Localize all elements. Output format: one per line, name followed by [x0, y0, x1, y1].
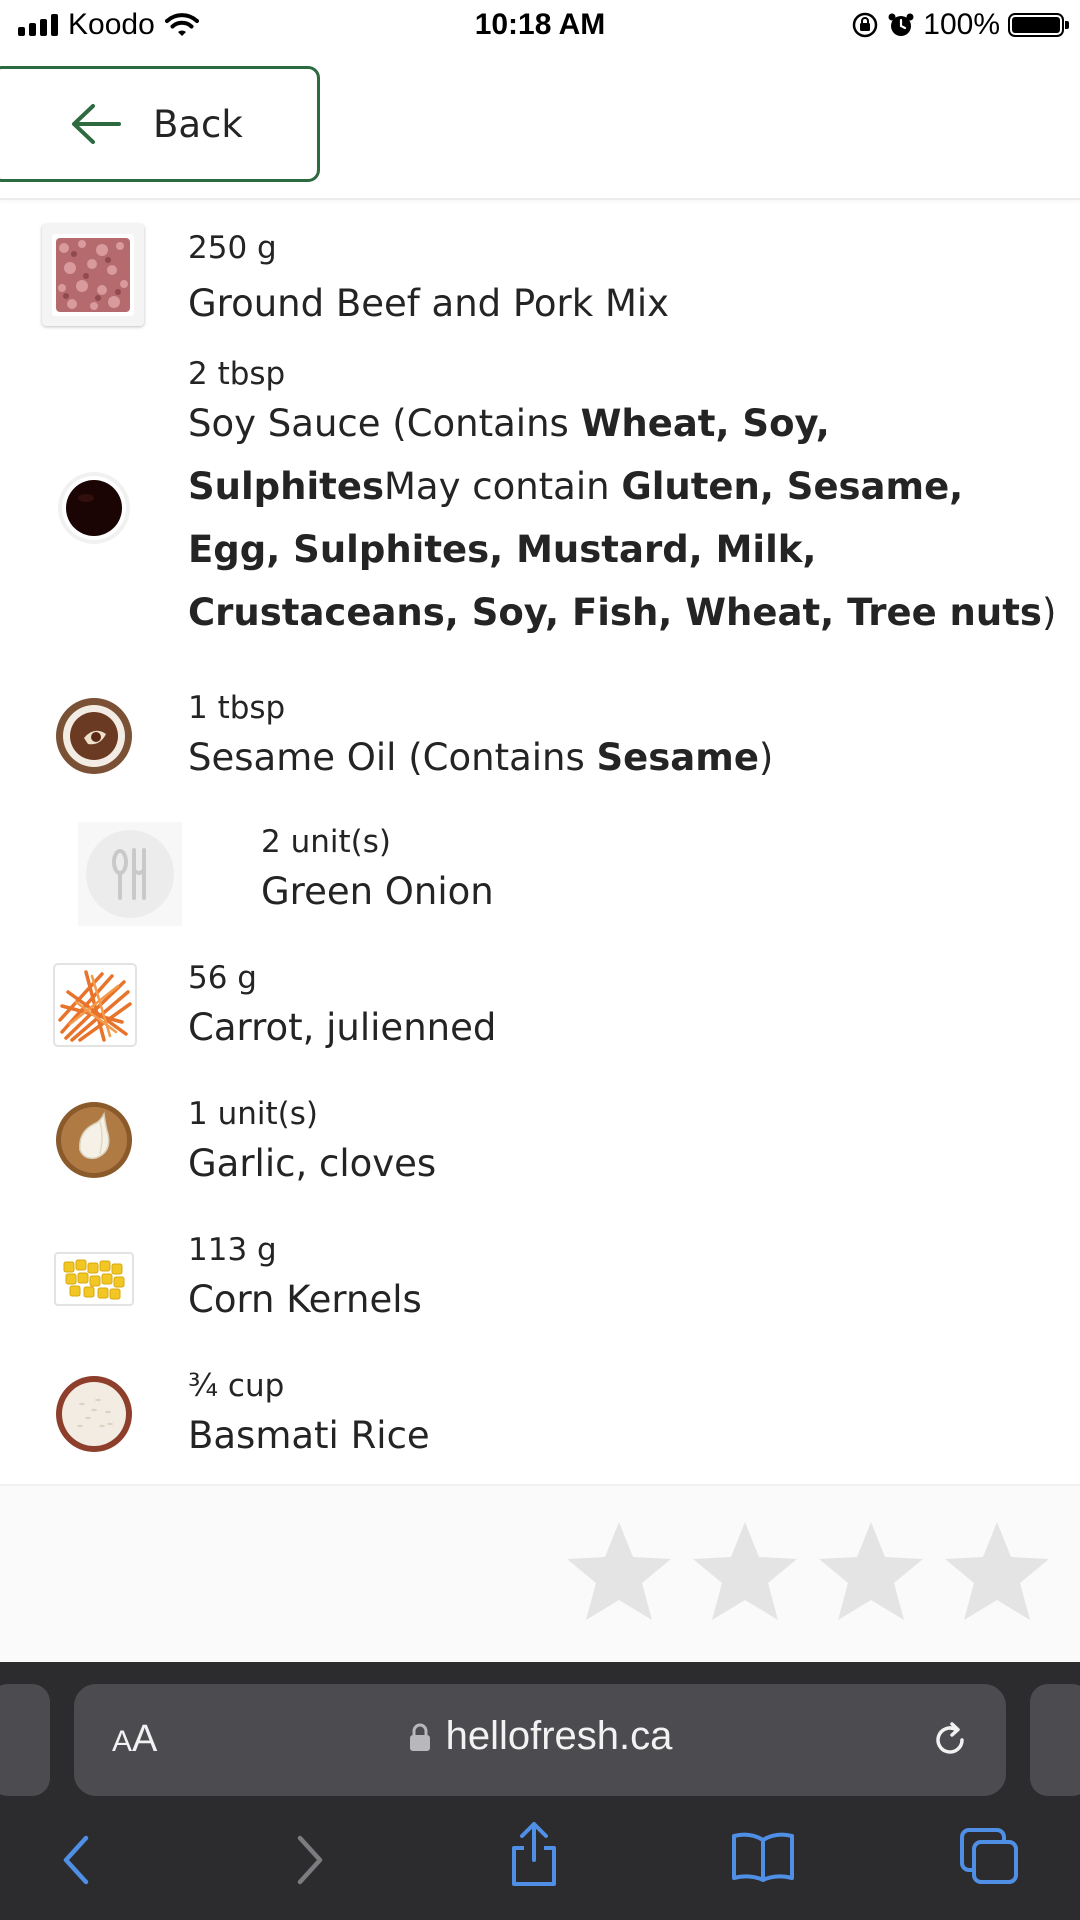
ground-meat-image	[42, 224, 144, 326]
ingredient-item: 250 g Ground Beef and Pork Mix	[0, 220, 1080, 330]
star-rating[interactable]	[562, 1516, 1054, 1630]
utensils-placeholder-image	[78, 822, 182, 926]
ingredient-item: 1 tbsp Sesame Oil (Contains Sesame)	[0, 688, 1080, 798]
ingredient-quantity: 250 g	[188, 230, 277, 266]
ingredient-name: Corn Kernels	[188, 1268, 1068, 1331]
next-tab-card[interactable]	[1030, 1684, 1080, 1796]
ingredient-name: Carrot, julienned	[188, 996, 1068, 1059]
ingredient-name-text: Carrot, julienned	[188, 1006, 497, 1049]
address-bar[interactable]: AA hellofresh.ca	[74, 1684, 1006, 1796]
sesame-oil-image	[54, 696, 134, 776]
share-icon[interactable]	[506, 1820, 562, 1888]
ingredient-name-text: Soy Sauce (Contains	[188, 402, 581, 445]
garlic-image	[54, 1100, 134, 1180]
ingredient-name-text: Sesame Oil (Contains	[188, 736, 597, 779]
carrot-image	[52, 962, 138, 1048]
status-right: 100%	[851, 8, 1069, 42]
bookmarks-icon[interactable]	[730, 1830, 796, 1884]
ingredient-quantity: 1 unit(s)	[188, 1096, 318, 1132]
battery-icon	[1008, 13, 1069, 37]
corn-image	[54, 1252, 134, 1306]
ingredient-name-text: )	[1041, 591, 1057, 634]
back-label: Back	[153, 102, 243, 146]
star-icon[interactable]	[814, 1516, 928, 1630]
arrow-left-icon	[72, 104, 121, 144]
ingredient-item: 56 g Carrot, julienned	[0, 958, 1080, 1068]
ingredient-name-text: May contain	[383, 465, 622, 508]
star-icon[interactable]	[940, 1516, 1054, 1630]
ingredient-name-text: Corn Kernels	[188, 1278, 422, 1321]
ingredient-quantity: 2 unit(s)	[261, 824, 391, 860]
browser-toolbar	[0, 1812, 1080, 1920]
ingredient-item: ¾ cup Basmati Rice	[0, 1366, 1080, 1476]
back-button[interactable]: Back	[0, 66, 320, 182]
ingredient-name: Garlic, cloves	[188, 1132, 1068, 1195]
ingredient-name: Green Onion	[261, 860, 1080, 923]
ingredient-item: 2 unit(s) Green Onion	[0, 822, 1080, 932]
ingredient-name-text: Basmati Rice	[188, 1414, 430, 1457]
ingredient-name-text: )	[758, 736, 774, 779]
previous-tab-card[interactable]	[0, 1684, 50, 1796]
tabs-icon[interactable]	[958, 1826, 1022, 1886]
orientation-lock-icon	[853, 12, 878, 38]
ingredient-name-text: Ground Beef and Pork Mix	[188, 282, 670, 325]
ingredient-item: 1 unit(s) Garlic, cloves	[0, 1094, 1080, 1204]
reload-icon[interactable]	[928, 1718, 972, 1762]
browser-bar: AA hellofresh.ca	[0, 1662, 1080, 1920]
ingredient-quantity: 2 tbsp	[188, 356, 286, 392]
star-icon[interactable]	[688, 1516, 802, 1630]
soy-sauce-image	[56, 470, 132, 546]
rice-image	[54, 1374, 134, 1454]
allergen-text: Sesame	[596, 736, 759, 779]
star-icon[interactable]	[562, 1516, 676, 1630]
ingredient-name-text: Green Onion	[261, 870, 494, 913]
forward-chevron-icon[interactable]	[290, 1830, 330, 1890]
page-header: Back	[0, 54, 1080, 200]
url-display[interactable]: hellofresh.ca	[74, 1714, 1006, 1759]
ingredient-quantity: ¾ cup	[188, 1368, 285, 1404]
back-chevron-icon[interactable]	[56, 1830, 96, 1890]
ingredient-item: 2 tbsp Soy Sauce (Contains Wheat, Soy, S…	[0, 354, 1080, 654]
ingredient-name: Basmati Rice	[188, 1404, 1068, 1467]
url-text: hellofresh.ca	[445, 1714, 673, 1758]
ingredient-name: Ground Beef and Pork Mix	[188, 272, 1068, 335]
ingredient-name: Soy Sauce (Contains Wheat, Soy, Sulphite…	[188, 392, 1068, 644]
ingredient-quantity: 56 g	[188, 960, 257, 996]
ingredient-quantity: 113 g	[188, 1232, 277, 1268]
ingredient-name-text: Garlic, cloves	[188, 1142, 437, 1185]
ingredient-quantity: 1 tbsp	[188, 690, 286, 726]
rating-section	[0, 1484, 1080, 1664]
alarm-icon	[888, 13, 914, 36]
ingredient-item: 113 g Corn Kernels	[0, 1230, 1080, 1340]
lock-icon	[409, 1723, 430, 1751]
ingredient-name: Sesame Oil (Contains Sesame)	[188, 726, 1068, 789]
battery-percent: 100%	[923, 8, 1000, 41]
status-bar: Koodo 10:18 AM 100%	[0, 0, 1080, 54]
